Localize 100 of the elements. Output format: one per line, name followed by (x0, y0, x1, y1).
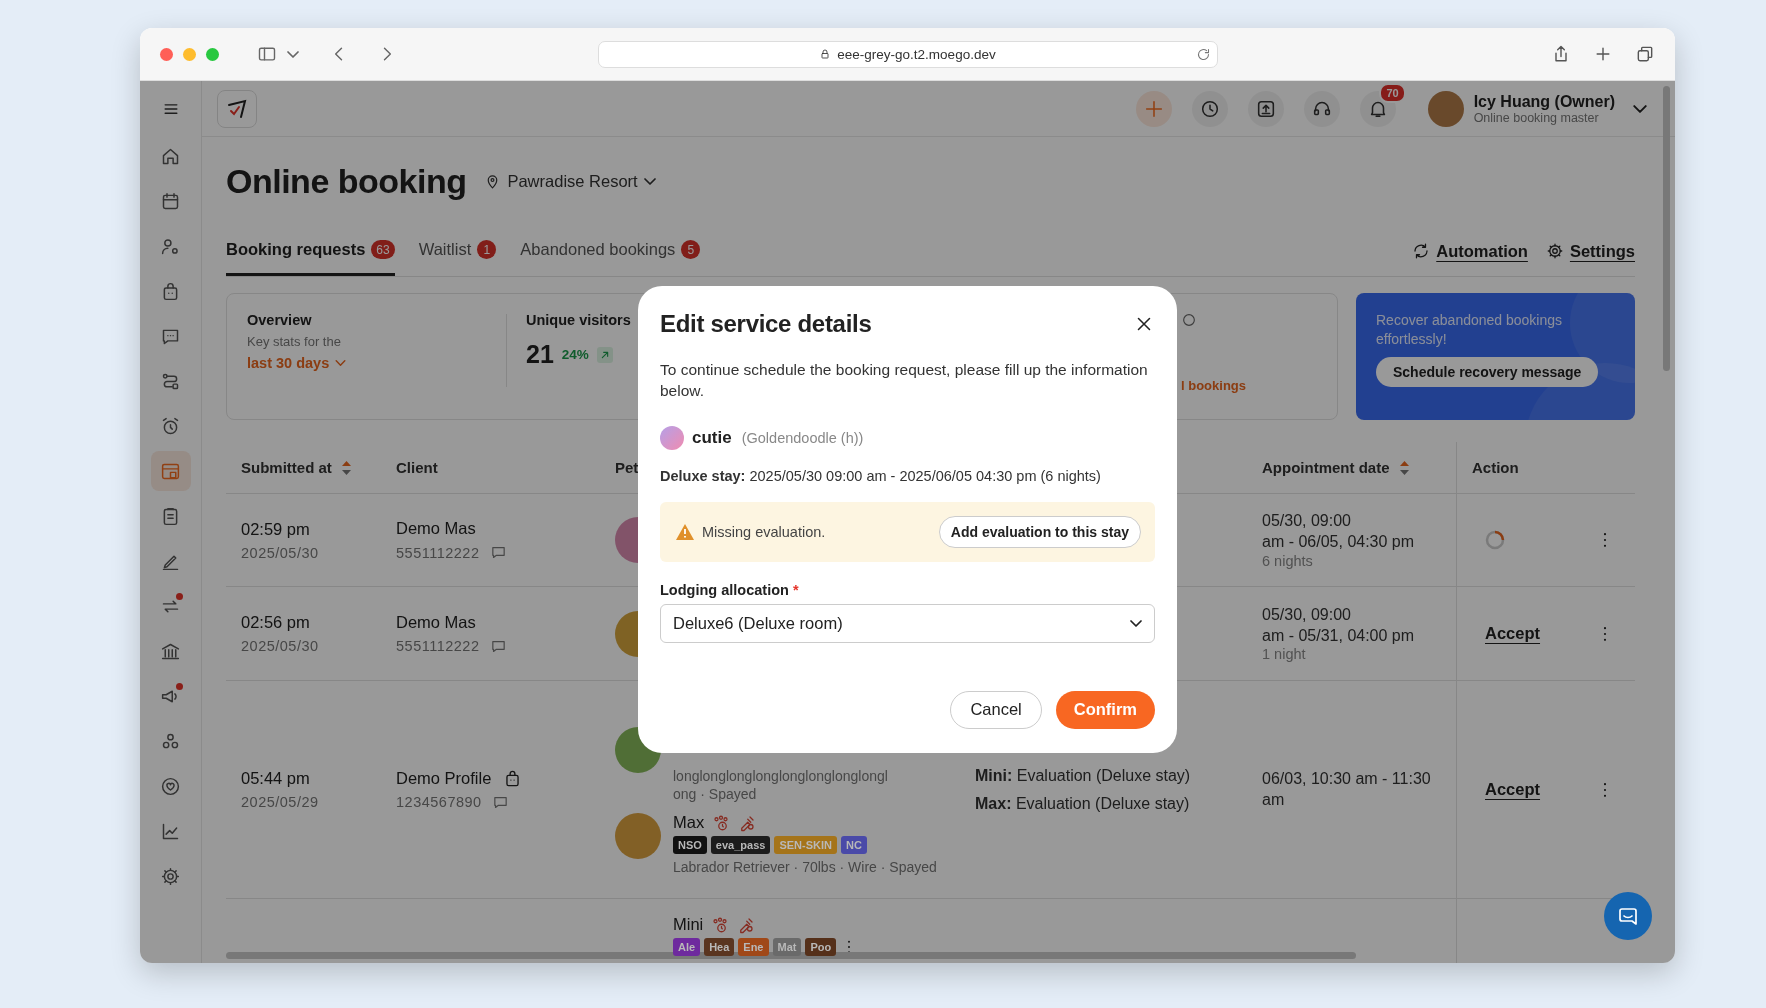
promo-text: Recover abandoned bookings effortlessly! (1376, 311, 1564, 349)
automation-link[interactable]: Automation (1412, 241, 1528, 261)
pet-name: Max (673, 813, 705, 833)
location-selector[interactable]: Pawradise Resort (484, 171, 656, 191)
cancel-button[interactable]: Cancel (950, 690, 1042, 729)
pet-tag: Poo (805, 938, 837, 956)
user-name: Icy Huang (Owner) (1473, 92, 1615, 111)
pet-breed: (Goldendoodle (h)) (741, 429, 864, 446)
logo-icon[interactable] (217, 89, 257, 128)
warning-icon (676, 523, 694, 540)
accept-link[interactable]: Accept (1485, 624, 1541, 643)
chevron-down-icon (643, 177, 656, 185)
settings-icon (1545, 242, 1564, 260)
service-line: Mini: Evaluation (Deluxe stay) (975, 765, 1192, 786)
appointment-date: 05/30, 09:00 am - 06/05, 04:30 pm (1262, 511, 1416, 552)
sort-icon[interactable] (1399, 460, 1409, 475)
chat-icon (489, 544, 507, 561)
dialog-title: Edit service details (660, 310, 872, 338)
pet-details: Labrador Retriever · 70lbs · Wire · Spayed (673, 858, 937, 877)
pet-name: cutie (692, 427, 732, 448)
tab[interactable]: Booking requests 63 (226, 230, 395, 276)
settings-link[interactable]: Settings (1545, 241, 1635, 261)
chat-button[interactable] (1604, 892, 1652, 940)
avatar-placeholder[interactable] (1427, 90, 1464, 127)
pet-name: Mini (673, 915, 704, 934)
tab[interactable]: Waitlist 1 (418, 230, 497, 276)
address-bar[interactable]: eee-grey-go.t2.moego.dev (597, 40, 1218, 68)
pet-tag: NSO (673, 836, 707, 855)
overview-subtitle: Key stats for the (247, 334, 342, 349)
client-name[interactable]: Demo Mas (396, 519, 476, 538)
pet-tag: SEN-SKIN (774, 836, 837, 855)
scrollbar[interactable] (1663, 86, 1670, 371)
count-badge: 5 (681, 240, 701, 259)
pet-tag: Ale (673, 938, 701, 956)
client-phone: 5551112222 (396, 638, 480, 654)
client-phone: 1234567890 (396, 794, 482, 810)
request-date: 2025/05/30 (241, 544, 320, 561)
field-label: Lodging allocation (660, 581, 789, 598)
pet-details: longlonglonglonglonglonglonglongl ong · Spayed (673, 767, 888, 804)
chevron-down-icon[interactable] (287, 50, 299, 58)
client-phone: 5551112222 (396, 544, 480, 561)
client-name[interactable]: Demo Mas (396, 612, 476, 632)
accept-link[interactable]: Accept (1485, 780, 1541, 799)
column-header: Submitted at (241, 459, 332, 476)
settings-icon (160, 865, 181, 887)
pet-tag: Ene (738, 938, 769, 956)
pet-tag: eva_pass (710, 836, 771, 855)
minimize-window-dot[interactable] (183, 47, 196, 61)
overview-title: Overview (247, 312, 313, 328)
add-evaluation-button[interactable]: Add evaluation to this stay (938, 515, 1141, 548)
stay-details: Deluxe stay: 2025/05/30 09:00 am - 2025/06/05 04:30 pm (6 nights) (660, 467, 1102, 484)
pet-avatar (660, 425, 684, 450)
pet-tag: NC (840, 836, 867, 855)
stat-value: 21 (526, 340, 554, 369)
calendar-icon (160, 190, 181, 212)
chevron-down-icon (335, 360, 347, 366)
client-name[interactable]: Demo Profile (396, 768, 492, 788)
page-title: Online booking (226, 161, 467, 201)
stat-change: 24% (561, 347, 589, 362)
scrollbar[interactable] (226, 952, 1356, 959)
tab[interactable]: Abandoned bookings 5 (520, 230, 701, 276)
tabs-icon[interactable] (1635, 44, 1655, 64)
dialog-message: To continue schedule the booking request, please fill up the information below. (660, 360, 1149, 401)
lodging-dropdown[interactable]: Deluxe6 (Deluxe room) (660, 603, 1155, 643)
column-header: Action (1472, 459, 1519, 476)
required-mark: * (792, 581, 799, 598)
photo-placeholder (615, 813, 661, 860)
lock-icon (819, 48, 832, 60)
service-line: Max: Evaluation (Deluxe stay) (975, 793, 1191, 814)
pet-tag: Mat (772, 938, 802, 956)
appointment-date: 06/03, 10:30 am - 11:30 am (1262, 768, 1432, 810)
info-icon (1181, 312, 1197, 328)
schedule-button[interactable]: Schedule recovery message (1376, 356, 1599, 387)
refresh-icon (1412, 242, 1431, 260)
stat-label: Unique visitors (526, 312, 631, 328)
request-time: 02:59 pm (241, 519, 311, 539)
column-header: Appointment date (1262, 459, 1390, 476)
sidebar-icon[interactable] (257, 44, 277, 64)
sort-icon[interactable] (341, 460, 351, 475)
stay-duration: 6 nights (1262, 552, 1314, 569)
column-header: Pet (615, 459, 639, 476)
count-badge: 63 (371, 240, 395, 259)
heart-face-icon (160, 775, 181, 797)
reload-icon[interactable] (1195, 46, 1211, 62)
request-date: 2025/05/29 (241, 794, 320, 810)
count-badge: 1 (477, 240, 497, 259)
user-role: Online booking master (1473, 110, 1600, 125)
appointment-date: 05/30, 09:00 am - 05/31, 04:00 pm (1262, 604, 1416, 646)
close-window-dot[interactable] (160, 47, 173, 61)
column-header: Client (396, 459, 438, 476)
chevron-down-icon[interactable] (1633, 104, 1647, 113)
pet-tag: Hea (704, 938, 735, 956)
notification-count: 70 (1379, 82, 1406, 103)
request-date: 2025/05/30 (241, 638, 320, 654)
request-time: 02:56 pm (241, 613, 311, 632)
alarm-icon (160, 415, 181, 437)
chevron-down-icon (1130, 619, 1142, 627)
warning-text: Missing evaluation. (702, 523, 826, 540)
zoom-window-dot[interactable] (206, 47, 219, 61)
nav-item[interactable] (150, 451, 191, 491)
